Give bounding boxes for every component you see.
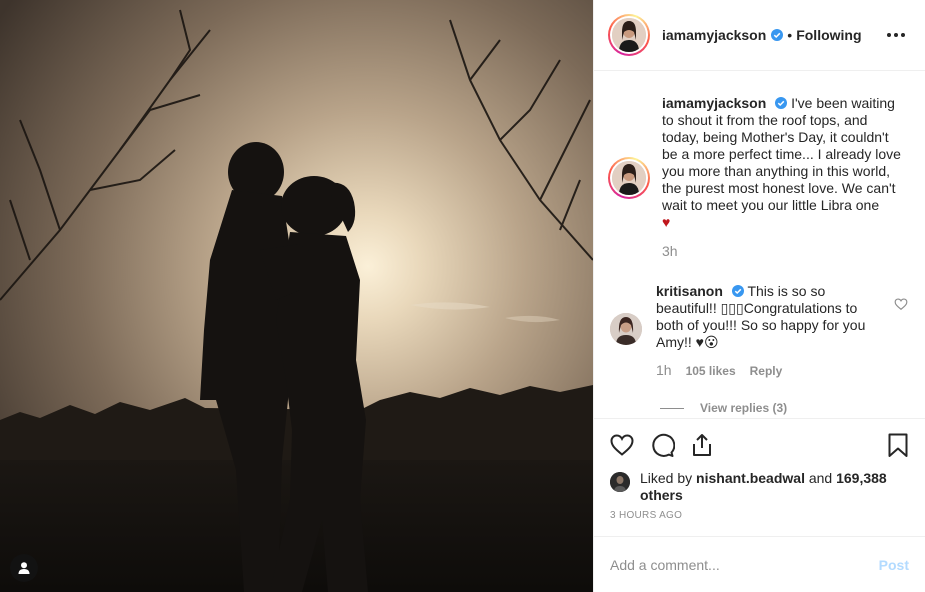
commenter-avatar[interactable] xyxy=(610,313,642,345)
comment-input[interactable] xyxy=(610,556,879,573)
separator-dot: • xyxy=(787,27,793,43)
comment-username[interactable]: kritisanon xyxy=(656,283,723,299)
heart-icon[interactable] xyxy=(609,432,635,458)
bookmark-icon[interactable] xyxy=(885,432,911,458)
author-avatar-image xyxy=(612,18,646,52)
verified-badge-icon xyxy=(775,97,788,109)
user-icon xyxy=(18,562,30,574)
comments-section[interactable]: iamamyjackson I've been waiting to shout… xyxy=(594,71,925,418)
comment-body: kritisanon This is so so beautiful!! ▯▯▯… xyxy=(656,283,866,380)
post-comment-button[interactable]: Post xyxy=(879,557,909,573)
caption-avatar[interactable] xyxy=(608,157,650,199)
comment-item: kritisanon This is so so beautiful!! ▯▯▯… xyxy=(608,283,912,380)
heart-emoji: ♥ xyxy=(662,214,671,230)
action-bar xyxy=(594,418,925,470)
view-replies-label: View replies (3) xyxy=(700,401,788,415)
more-options-icon[interactable] xyxy=(883,29,909,41)
tagged-user-button[interactable] xyxy=(10,554,38,582)
author-avatar[interactable] xyxy=(608,14,650,56)
comment-reply-button[interactable]: Reply xyxy=(750,363,783,380)
caption-time[interactable]: 3h xyxy=(662,243,906,260)
liker-avatar[interactable] xyxy=(610,472,630,492)
liker-avatar-image xyxy=(610,472,630,492)
likes-prefix: Liked by xyxy=(640,470,693,486)
caption-text: I've been waiting to shout it from the r… xyxy=(662,95,901,213)
post-photo[interactable] xyxy=(0,0,593,592)
verified-badge-icon xyxy=(731,285,744,297)
comment-time[interactable]: 1h xyxy=(656,362,672,379)
liker-username[interactable]: nishant.beadwal xyxy=(696,470,805,486)
comment-icon[interactable] xyxy=(649,432,675,458)
comment-likes[interactable]: 105 likes xyxy=(686,363,736,380)
following-button[interactable]: Following xyxy=(796,27,861,43)
verified-badge-icon xyxy=(771,29,784,41)
likes-summary: Liked by nishant.beadwal and 169,388 oth… xyxy=(594,470,925,504)
commenter-avatar-image xyxy=(610,313,642,345)
add-comment-bar: Post xyxy=(594,536,925,592)
silhouette-sunset-image xyxy=(0,0,593,592)
post-timestamp[interactable]: 3 HOURS AGO xyxy=(594,504,925,530)
replies-divider-line xyxy=(660,407,684,409)
likes-and: and xyxy=(808,470,833,486)
share-icon[interactable] xyxy=(689,432,715,458)
comment-like-heart-icon[interactable] xyxy=(894,297,908,311)
post-header: iamamyjackson • Following xyxy=(594,0,925,71)
post-details-pane: iamamyjackson • Following iamamyjackson … xyxy=(593,0,925,592)
caption-avatar-image xyxy=(612,161,646,195)
author-username[interactable]: iamamyjackson xyxy=(662,27,766,43)
caption-body: iamamyjackson I've been waiting to shout… xyxy=(662,95,906,260)
comment-meta: 1h 105 likes Reply xyxy=(656,362,866,380)
caption: iamamyjackson I've been waiting to shout… xyxy=(608,95,908,260)
view-replies-button[interactable]: View replies (3) xyxy=(660,401,787,415)
caption-username[interactable]: iamamyjackson xyxy=(662,95,766,111)
instagram-post: iamamyjackson • Following iamamyjackson … xyxy=(0,0,925,592)
likes-text: Liked by nishant.beadwal and 169,388 oth… xyxy=(640,470,909,504)
